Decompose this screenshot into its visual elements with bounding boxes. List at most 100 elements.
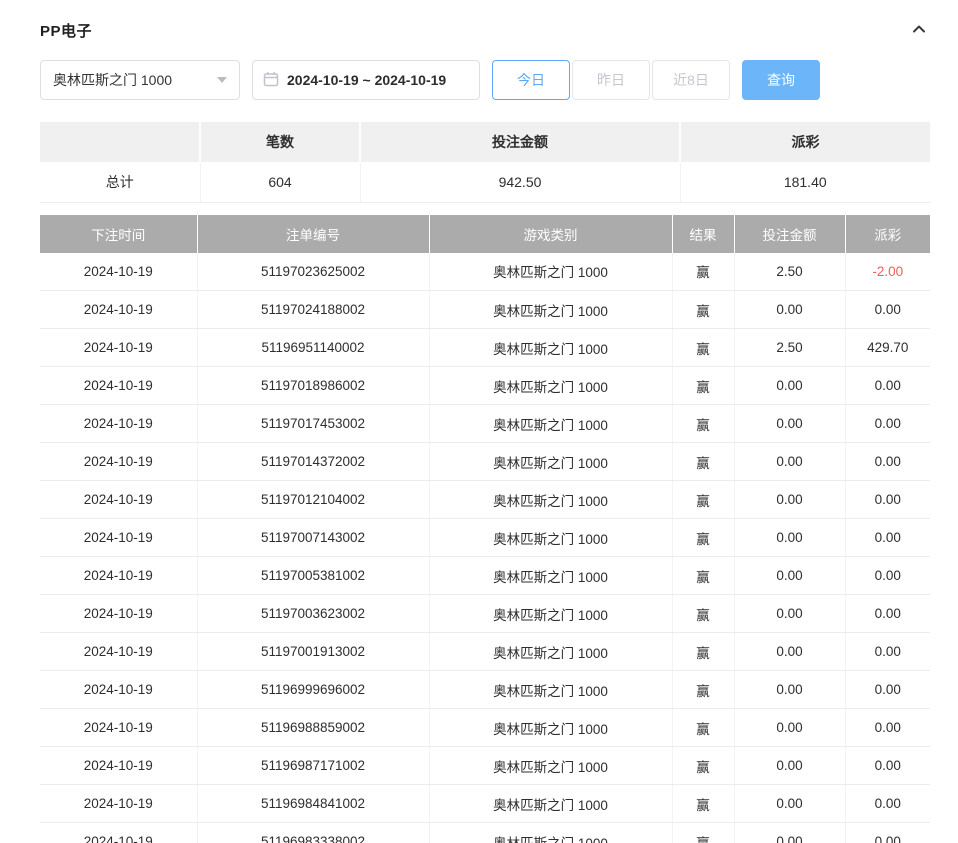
cell-result: 赢 xyxy=(672,747,734,785)
quick-date-group: 今日 昨日 近8日 xyxy=(492,60,730,100)
bet-table: 下注时间 注单编号 游戏类别 结果 投注金额 派彩 2024-10-19 511… xyxy=(40,215,930,843)
cell-bet-id: 51197024188002 xyxy=(197,291,429,329)
table-row: 2024-10-19 51197012104002 奥林匹斯之门 1000 赢 … xyxy=(40,481,930,519)
cell-bet-time: 2024-10-19 xyxy=(40,709,197,747)
cell-bet-time: 2024-10-19 xyxy=(40,253,197,291)
summary-payout-value: 181.40 xyxy=(680,162,930,202)
cell-bet-id: 51197014372002 xyxy=(197,443,429,481)
cell-payout: 0.00 xyxy=(845,557,930,595)
cell-bet-amount: 0.00 xyxy=(734,709,845,747)
date-range-value: 2024-10-19 ~ 2024-10-19 xyxy=(287,72,446,88)
cell-bet-amount: 0.00 xyxy=(734,367,845,405)
cell-bet-id: 51197023625002 xyxy=(197,253,429,291)
last-8-days-button[interactable]: 近8日 xyxy=(652,60,730,100)
cell-game-type: 奥林匹斯之门 1000 xyxy=(429,671,672,709)
cell-bet-amount: 0.00 xyxy=(734,823,845,843)
cell-bet-amount: 2.50 xyxy=(734,253,845,291)
cell-game-type: 奥林匹斯之门 1000 xyxy=(429,785,672,823)
cell-result: 赢 xyxy=(672,557,734,595)
cell-result: 赢 xyxy=(672,253,734,291)
cell-bet-amount: 0.00 xyxy=(734,557,845,595)
cell-result: 赢 xyxy=(672,633,734,671)
cell-bet-id: 51196988859002 xyxy=(197,709,429,747)
search-button[interactable]: 查询 xyxy=(742,60,820,100)
cell-game-type: 奥林匹斯之门 1000 xyxy=(429,747,672,785)
cell-bet-id: 51197001913002 xyxy=(197,633,429,671)
cell-game-type: 奥林匹斯之门 1000 xyxy=(429,595,672,633)
chevron-down-icon xyxy=(217,77,227,83)
cell-bet-amount: 0.00 xyxy=(734,747,845,785)
cell-game-type: 奥林匹斯之门 1000 xyxy=(429,709,672,747)
cell-bet-amount: 0.00 xyxy=(734,519,845,557)
summary-total-label: 总计 xyxy=(40,162,200,202)
cell-bet-amount: 0.00 xyxy=(734,291,845,329)
cell-game-type: 奥林匹斯之门 1000 xyxy=(429,443,672,481)
cell-game-type: 奥林匹斯之门 1000 xyxy=(429,405,672,443)
table-row: 2024-10-19 51196988859002 奥林匹斯之门 1000 赢 … xyxy=(40,709,930,747)
table-row: 2024-10-19 51197017453002 奥林匹斯之门 1000 赢 … xyxy=(40,405,930,443)
cell-payout: 0.00 xyxy=(845,519,930,557)
table-row: 2024-10-19 51196984841002 奥林匹斯之门 1000 赢 … xyxy=(40,785,930,823)
cell-bet-id: 51197007143002 xyxy=(197,519,429,557)
summary-bet-amount-value: 942.50 xyxy=(360,162,680,202)
cell-payout: 0.00 xyxy=(845,443,930,481)
cell-bet-id: 51197005381002 xyxy=(197,557,429,595)
cell-result: 赢 xyxy=(672,595,734,633)
cell-game-type: 奥林匹斯之门 1000 xyxy=(429,291,672,329)
cell-bet-time: 2024-10-19 xyxy=(40,595,197,633)
header-bet-amount: 投注金额 xyxy=(734,215,845,253)
cell-result: 赢 xyxy=(672,367,734,405)
game-select[interactable]: 奥林匹斯之门 1000 xyxy=(40,60,240,100)
cell-payout: 0.00 xyxy=(845,367,930,405)
bet-table-header-row: 下注时间 注单编号 游戏类别 结果 投注金额 派彩 xyxy=(40,215,930,253)
cell-bet-time: 2024-10-19 xyxy=(40,443,197,481)
cell-bet-id: 51196983338002 xyxy=(197,823,429,843)
cell-bet-amount: 0.00 xyxy=(734,405,845,443)
summary-header-empty xyxy=(40,122,200,162)
table-row: 2024-10-19 51197023625002 奥林匹斯之门 1000 赢 … xyxy=(40,253,930,291)
cell-bet-time: 2024-10-19 xyxy=(40,405,197,443)
collapse-button[interactable] xyxy=(908,18,930,43)
summary-count-value: 604 xyxy=(200,162,360,202)
date-range-input[interactable]: 2024-10-19 ~ 2024-10-19 xyxy=(252,60,480,100)
bet-table-body: 2024-10-19 51197023625002 奥林匹斯之门 1000 赢 … xyxy=(40,253,930,843)
cell-result: 赢 xyxy=(672,443,734,481)
header-bet-time: 下注时间 xyxy=(40,215,197,253)
cell-bet-time: 2024-10-19 xyxy=(40,557,197,595)
calendar-icon xyxy=(263,71,279,90)
summary-table: 笔数 投注金额 派彩 总计 604 942.50 181.40 xyxy=(40,122,930,203)
summary-header-count: 笔数 xyxy=(200,122,360,162)
header-bet-id: 注单编号 xyxy=(197,215,429,253)
table-row: 2024-10-19 51197007143002 奥林匹斯之门 1000 赢 … xyxy=(40,519,930,557)
cell-bet-time: 2024-10-19 xyxy=(40,823,197,843)
cell-game-type: 奥林匹斯之门 1000 xyxy=(429,823,672,843)
table-row: 2024-10-19 51196951140002 奥林匹斯之门 1000 赢 … xyxy=(40,329,930,367)
summary-total-row: 总计 604 942.50 181.40 xyxy=(40,162,930,202)
yesterday-button[interactable]: 昨日 xyxy=(572,60,650,100)
cell-result: 赢 xyxy=(672,519,734,557)
cell-bet-id: 51197003623002 xyxy=(197,595,429,633)
cell-payout: 0.00 xyxy=(845,595,930,633)
cell-bet-id: 51197017453002 xyxy=(197,405,429,443)
cell-game-type: 奥林匹斯之门 1000 xyxy=(429,329,672,367)
table-row: 2024-10-19 51197024188002 奥林匹斯之门 1000 赢 … xyxy=(40,291,930,329)
table-row: 2024-10-19 51197018986002 奥林匹斯之门 1000 赢 … xyxy=(40,367,930,405)
cell-payout: 0.00 xyxy=(845,291,930,329)
cell-payout: 0.00 xyxy=(845,709,930,747)
cell-game-type: 奥林匹斯之门 1000 xyxy=(429,557,672,595)
cell-bet-time: 2024-10-19 xyxy=(40,785,197,823)
cell-bet-amount: 0.00 xyxy=(734,671,845,709)
header-payout: 派彩 xyxy=(845,215,930,253)
page-title: PP电子 xyxy=(40,20,92,41)
table-row: 2024-10-19 51197003623002 奥林匹斯之门 1000 赢 … xyxy=(40,595,930,633)
cell-result: 赢 xyxy=(672,291,734,329)
cell-result: 赢 xyxy=(672,671,734,709)
panel-header: PP电子 xyxy=(40,14,930,46)
cell-bet-id: 51197018986002 xyxy=(197,367,429,405)
today-button[interactable]: 今日 xyxy=(492,60,570,100)
cell-payout: 0.00 xyxy=(845,785,930,823)
cell-payout: 0.00 xyxy=(845,671,930,709)
pp-electronic-panel: PP电子 奥林匹斯之门 1000 2024-10-19 ~ 2024-10-19… xyxy=(0,0,958,843)
cell-bet-id: 51196987171002 xyxy=(197,747,429,785)
table-row: 2024-10-19 51196999696002 奥林匹斯之门 1000 赢 … xyxy=(40,671,930,709)
